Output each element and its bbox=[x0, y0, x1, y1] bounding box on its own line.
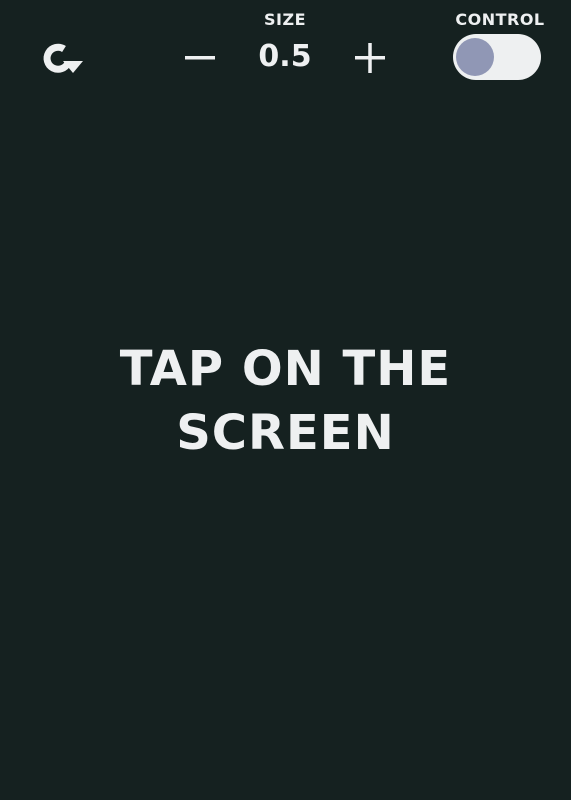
minus-icon bbox=[185, 56, 215, 60]
size-increase-button[interactable] bbox=[348, 36, 392, 80]
control-toggle[interactable] bbox=[453, 34, 541, 80]
size-value: 0.5 bbox=[258, 39, 312, 74]
control-label: CONTROL bbox=[455, 10, 545, 29]
tap-prompt-line-2: SCREEN bbox=[176, 405, 395, 461]
size-label: SIZE bbox=[263, 10, 306, 29]
restart-button[interactable] bbox=[36, 38, 84, 80]
top-bar: SIZE 0.5 CONTROL bbox=[0, 0, 571, 100]
size-decrease-button[interactable] bbox=[178, 36, 222, 80]
toggle-knob bbox=[456, 38, 494, 76]
tap-prompt: TAP ON THE SCREEN bbox=[0, 337, 571, 465]
restart-icon bbox=[43, 43, 83, 73]
tap-prompt-line-1: TAP ON THE bbox=[119, 341, 452, 397]
plus-icon bbox=[355, 43, 385, 73]
